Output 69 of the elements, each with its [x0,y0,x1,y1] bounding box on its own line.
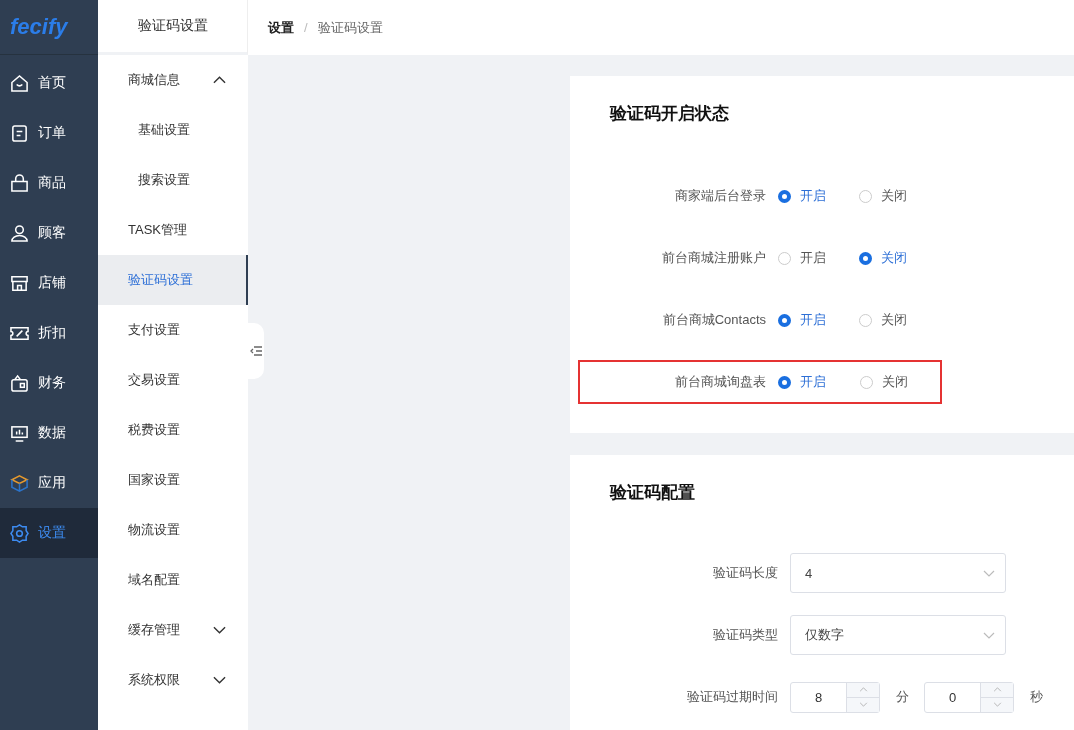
card-title: 验证码开启状态 [610,103,730,125]
radio-option[interactable]: 开启 [778,187,859,205]
nav-item[interactable]: 设置 [0,508,98,558]
chevron-up-icon [858,687,868,692]
unit-label: 分 [894,688,910,706]
card-title: 验证码配置 [610,482,696,504]
field-label: 验证码过期时间 [686,688,779,706]
submenu-item[interactable]: 商城信息 [98,55,248,105]
field-label: 前台商城Contacts [661,311,767,329]
chevron-down-icon [213,626,226,634]
chevron-down-icon [992,702,1002,707]
radio-option[interactable]: 开启 [778,311,859,329]
radio-option[interactable]: 关闭 [859,249,940,267]
field-label: 验证码长度 [712,564,779,582]
number-field[interactable]: 8 [790,681,880,713]
box-icon [10,473,29,493]
nav-item[interactable]: 顾客 [0,208,98,258]
submenu-item[interactable]: 税费设置 [98,405,248,455]
user-icon [10,223,29,243]
chevron-up-icon [992,687,1002,692]
select-field[interactable]: 4 [790,553,1006,593]
radio-option[interactable]: 开启 [778,373,860,391]
field-label: 前台商城注册账户 [661,249,767,267]
breadcrumb-item: 验证码设置 [317,18,383,37]
unit-label: 秒 [1028,688,1044,706]
field-label: 商家端后台登录 [674,187,767,205]
gear-icon [10,523,29,543]
radio-option[interactable]: 关闭 [860,373,942,391]
submenu-item[interactable]: 基础设置 [98,105,248,155]
collapse-button[interactable] [248,323,264,379]
nav-item[interactable]: 数据 [0,408,98,458]
number-field[interactable]: 0 [924,681,1014,713]
radio-option[interactable]: 关闭 [859,311,940,329]
chart-icon [10,423,29,443]
chevron-up-icon [213,76,226,84]
collapse-icon [250,346,262,356]
nav-item[interactable]: 首页 [0,58,98,108]
submenu-item[interactable]: 系统权限 [98,655,248,705]
nav-item[interactable]: 订单 [0,108,98,158]
submenu-item[interactable]: 验证码设置 [98,255,248,305]
wallet-icon [10,373,29,393]
nav-item[interactable]: 应用 [0,458,98,508]
radio-option[interactable]: 关闭 [859,187,940,205]
nav-item[interactable]: 店铺 [0,258,98,308]
nav-item[interactable]: 折扣 [0,308,98,358]
field-label: 前台商城询盘表 [674,373,767,391]
submenu-item[interactable]: 支付设置 [98,305,248,355]
bag-icon [10,173,29,193]
order-icon [10,123,29,143]
radio-option[interactable]: 开启 [778,249,859,267]
nav-item[interactable]: 商品 [0,158,98,208]
store-icon [10,273,29,293]
chevron-down-icon [213,676,226,684]
submenu-item[interactable]: 搜索设置 [98,155,248,205]
breadcrumb-separator: / [304,20,308,35]
breadcrumb-item[interactable]: 设置 [268,18,294,37]
chevron-down-icon [858,702,868,707]
submenu-item[interactable]: 国家设置 [98,455,248,505]
chevron-down-icon [983,569,995,577]
submenu-item[interactable]: TASK管理 [98,205,248,255]
field-label: 验证码类型 [712,626,779,644]
submenu-item[interactable]: 物流设置 [98,505,248,555]
chevron-down-icon [983,631,995,639]
select-field[interactable]: 仅数字 [790,615,1006,655]
submenu-item[interactable]: 交易设置 [98,355,248,405]
home-icon [10,73,29,93]
submenu-item[interactable]: 缓存管理 [98,605,248,655]
submenu-item[interactable]: 域名配置 [98,555,248,605]
nav-item[interactable]: 财务 [0,358,98,408]
